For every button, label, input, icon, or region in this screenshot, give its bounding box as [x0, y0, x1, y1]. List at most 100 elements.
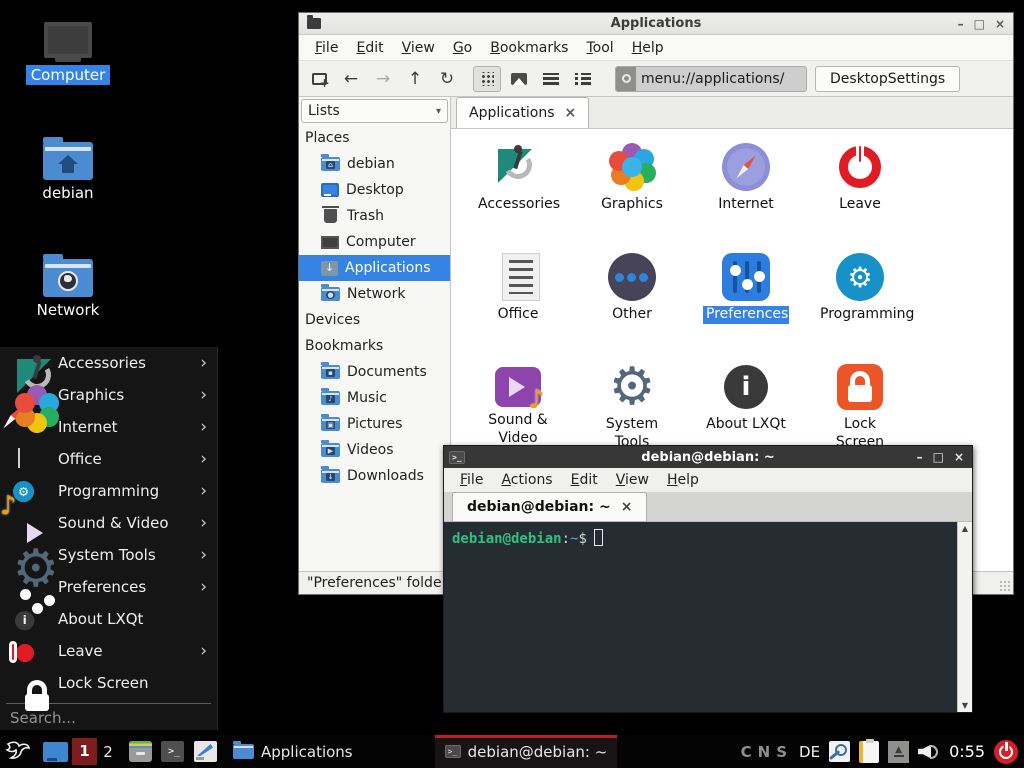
icon-view-button[interactable] [473, 66, 501, 92]
videos-folder-icon: ▶ [321, 443, 340, 457]
menu-item-system-tools[interactable]: ⚙ System Tools › [0, 539, 217, 571]
terminal-screen[interactable]: debian@debian:~$ [444, 522, 957, 712]
fm-menu-go[interactable]: Go [445, 37, 480, 59]
terminal-menu-file[interactable]: File [452, 469, 491, 491]
desktop-icon-computer[interactable]: Computer [16, 22, 120, 85]
menu-item-lock-screen[interactable]: Lock Screen [0, 667, 217, 699]
chevron-right-icon: › [200, 641, 207, 661]
terminal-launcher[interactable]: >_ [161, 741, 184, 762]
terminal-menu-help[interactable]: Help [659, 469, 707, 491]
fm-titlebar[interactable]: Applications – □ × [299, 13, 1013, 35]
category-preferences[interactable]: Preferences [689, 249, 803, 359]
chevron-right-icon: › [200, 449, 207, 469]
desktop-icon-debian[interactable]: debian [16, 142, 120, 203]
desktop-settings-button[interactable]: DesktopSettings [815, 66, 960, 92]
fm-menu-view[interactable]: View [394, 37, 443, 59]
menu-item-office[interactable]: Office › [0, 443, 217, 475]
volume-tray-icon[interactable] [918, 742, 940, 762]
fm-menu-file[interactable]: File [307, 37, 346, 59]
sidebar-item-desktop[interactable]: Desktop [299, 177, 450, 203]
bird-icon [5, 740, 31, 764]
screenshot-tray-icon[interactable] [829, 741, 850, 762]
sidebar-mode-combobox[interactable]: Lists ▾ [301, 99, 448, 123]
terminal-tab[interactable]: debian@debian: ~ × [452, 492, 647, 521]
close-icon[interactable]: × [954, 450, 964, 464]
compact-view-button[interactable] [537, 66, 565, 92]
terminal-icon: >_ [445, 745, 461, 758]
show-desktop-button[interactable] [43, 742, 68, 762]
clipboard-tray-icon[interactable] [859, 741, 879, 763]
menu-item-programming[interactable]: ⚙ Programming › [0, 475, 217, 507]
sidebar-item-downloads[interactable]: ↓Downloads [299, 463, 450, 489]
terminal-scrollbar[interactable]: ▲ ▼ [957, 522, 972, 712]
clock[interactable]: 0:55 [949, 742, 985, 761]
detailed-view-button[interactable] [569, 66, 597, 92]
category-programming[interactable]: ⚙ Programming [803, 249, 917, 359]
terminal-titlebar[interactable]: >_ debian@debian: ~ – □ × [444, 446, 972, 468]
sidebar-item-pictures[interactable]: ▣Pictures [299, 411, 450, 437]
fm-menu-edit[interactable]: Edit [348, 37, 391, 59]
maximize-icon[interactable]: □ [933, 450, 944, 464]
detailed-view-icon [575, 73, 591, 85]
fm-toolbar: ← → ↑ ↻ menu://applications/ DesktopSett… [299, 61, 1013, 97]
task-terminal[interactable]: >_ debian@debian: ~ [435, 735, 618, 768]
eject-tray-icon[interactable]: ▲ [888, 741, 909, 763]
desktop-icon-network[interactable]: Network [16, 259, 120, 320]
reload-button[interactable]: ↻ [433, 66, 461, 92]
forward-button[interactable]: → [369, 66, 397, 92]
minimize-icon[interactable]: – [917, 450, 923, 464]
tab-close-icon[interactable]: × [565, 105, 577, 121]
resize-grip[interactable] [999, 580, 1011, 592]
terminal-menu-actions[interactable]: Actions [493, 469, 560, 491]
new-tab-button[interactable] [305, 66, 333, 92]
close-icon[interactable]: × [995, 17, 1005, 31]
sidebar-item-computer[interactable]: Computer [299, 229, 450, 255]
fm-menu-help[interactable]: Help [624, 37, 672, 59]
terminal-menu-edit[interactable]: Edit [563, 469, 606, 491]
sidebar-item-music[interactable]: ♪Music [299, 385, 450, 411]
grid-view-icon [480, 72, 494, 86]
back-button[interactable]: ← [337, 66, 365, 92]
fm-tab-applications[interactable]: Applications × [456, 97, 589, 128]
scroll-down-icon[interactable]: ▼ [962, 701, 968, 710]
power-button[interactable] [994, 740, 1018, 764]
category-other[interactable]: Other [575, 249, 689, 359]
fm-menu-bookmarks[interactable]: Bookmarks [482, 37, 576, 59]
fm-menu-tool[interactable]: Tool [578, 37, 621, 59]
terminal-menu-view[interactable]: View [608, 469, 657, 491]
category-office[interactable]: Office [461, 249, 575, 359]
sidebar-item-debian[interactable]: ⌂debian [299, 151, 450, 177]
menu-item-leave[interactable]: Leave › [0, 635, 217, 667]
workspace-1-button[interactable]: 1 [72, 738, 97, 765]
maximize-icon[interactable]: □ [974, 17, 985, 31]
task-applications[interactable]: Applications [223, 735, 363, 768]
featherpad-launcher[interactable] [194, 741, 217, 762]
sidebar-item-documents[interactable]: ▪Documents [299, 359, 450, 385]
new-tab-icon [312, 73, 327, 85]
folder-icon [307, 18, 321, 29]
address-bar[interactable]: menu://applications/ [615, 66, 807, 92]
thumbnail-view-button[interactable] [505, 66, 533, 92]
scroll-up-icon[interactable]: ▲ [962, 524, 968, 533]
menu-item-accessories[interactable]: Accessories › [0, 347, 217, 379]
tab-close-icon[interactable]: × [621, 499, 633, 515]
minimize-icon[interactable]: – [958, 17, 964, 31]
workspace-2-button[interactable]: 2 [99, 743, 117, 761]
sidebar-item-network[interactable]: ●Network [299, 281, 450, 307]
pictures-folder-icon: ▣ [321, 417, 340, 431]
home-folder-icon [16, 142, 120, 180]
music-folder-icon: ♪ [321, 391, 340, 405]
category-internet[interactable]: Internet [689, 139, 803, 249]
graphics-icon [608, 143, 656, 191]
up-button[interactable]: ↑ [401, 66, 429, 92]
category-graphics[interactable]: Graphics [575, 139, 689, 249]
sidebar-item-videos[interactable]: ▶Videos [299, 437, 450, 463]
sidebar-item-trash[interactable]: Trash [299, 203, 450, 229]
file-manager-launcher[interactable] [129, 741, 152, 762]
keyboard-layout-indicator[interactable]: DE [799, 743, 820, 761]
menu-item-sound-video[interactable]: ♪ Sound & Video › [0, 507, 217, 539]
sidebar-item-applications[interactable]: ↓Applications [299, 255, 450, 281]
category-accessories[interactable]: Accessories [461, 139, 575, 249]
lxqt-menu-button[interactable] [5, 740, 31, 764]
category-leave[interactable]: Leave [803, 139, 917, 249]
